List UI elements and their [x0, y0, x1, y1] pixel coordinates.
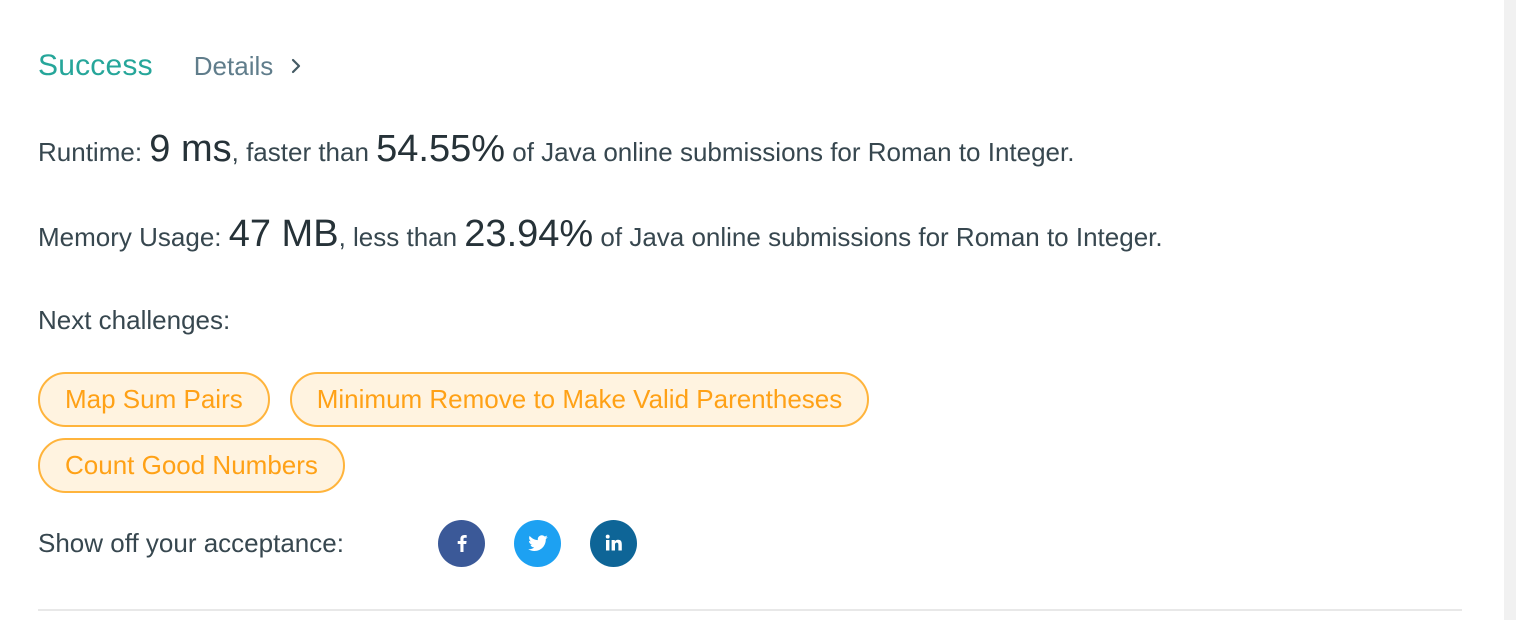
chip-row: Map Sum Pairs Minimum Remove to Make Val…: [38, 372, 1038, 427]
chevron-right-icon: [292, 58, 301, 74]
next-challenges-label: Next challenges:: [38, 305, 231, 335]
status-row: Success Details: [38, 44, 305, 88]
runtime-comparison: , faster than: [231, 137, 377, 167]
details-link[interactable]: Details: [194, 51, 305, 82]
linkedin-icon: [605, 534, 622, 551]
runtime-stat: Runtime: 9 ms, faster than 54.55% of Jav…: [38, 128, 1074, 171]
facebook-share-button[interactable]: [438, 519, 485, 567]
runtime-label: Runtime:: [38, 137, 150, 167]
memory-suffix: of Java online submissions for Roman to …: [593, 222, 1163, 252]
memory-stat: Memory Usage: 47 MB, less than 23.94% of…: [38, 213, 1163, 256]
memory-value: 47 MB: [228, 213, 339, 255]
submission-result-page: Success Details Runtime: 9 ms, faster th…: [0, 0, 1516, 620]
challenge-chip-map-sum-pairs[interactable]: Map Sum Pairs: [38, 372, 270, 427]
runtime-percent: 54.55%: [376, 128, 506, 170]
divider: [38, 609, 1462, 611]
scrollbar[interactable]: [1504, 0, 1516, 620]
twitter-icon: [527, 535, 548, 552]
memory-label: Memory Usage:: [38, 222, 229, 252]
chip-row: Count Good Numbers: [38, 438, 1038, 493]
challenge-chip-minimum-remove[interactable]: Minimum Remove to Make Valid Parentheses: [289, 372, 870, 427]
linkedin-share-button[interactable]: [590, 519, 637, 567]
twitter-share-button[interactable]: [514, 519, 561, 567]
status-title: Success: [38, 49, 153, 82]
share-row: Show off your acceptance:: [38, 519, 666, 567]
runtime-value: 9 ms: [149, 128, 232, 170]
facebook-icon: [457, 535, 467, 552]
runtime-suffix: of Java online submissions for Roman to …: [505, 137, 1075, 167]
next-challenges-list: Map Sum Pairs Minimum Remove to Make Val…: [38, 372, 1038, 504]
memory-percent: 23.94%: [464, 213, 594, 255]
challenge-chip-count-good-numbers[interactable]: Count Good Numbers: [38, 438, 345, 493]
details-label: Details: [193, 50, 274, 81]
share-label: Show off your acceptance:: [38, 527, 344, 558]
result-panel: Success Details Runtime: 9 ms, faster th…: [38, 0, 1462, 620]
memory-comparison: , less than: [338, 222, 465, 252]
